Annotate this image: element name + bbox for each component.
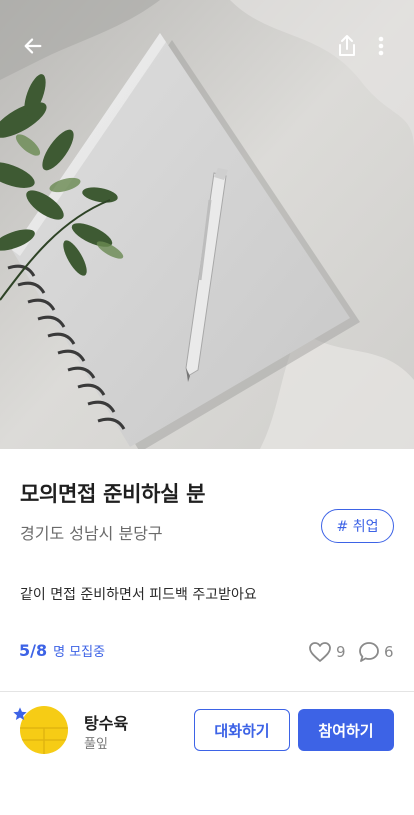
category-tag[interactable]: # 취업 xyxy=(321,509,394,543)
back-button[interactable] xyxy=(17,30,49,62)
join-button[interactable]: 참여하기 xyxy=(298,709,394,751)
host-avatar-wrap[interactable] xyxy=(12,706,70,756)
recruit-status: 5/8 명 모집중 xyxy=(19,641,105,660)
comment-icon xyxy=(359,642,379,662)
divider xyxy=(0,691,414,692)
share-icon xyxy=(339,35,355,56)
post-title: 모의면접 준비하실 분 xyxy=(20,482,206,506)
recruit-count: 5/8 xyxy=(19,641,48,660)
recruit-label: 명 모집중 xyxy=(53,645,106,660)
arrow-left-icon xyxy=(24,38,42,54)
host-subtitle: 풀잎 xyxy=(84,737,108,752)
hero-image xyxy=(0,0,414,449)
more-button[interactable] xyxy=(365,30,397,62)
like-count: 9 xyxy=(336,643,346,661)
notebook-photo xyxy=(0,0,414,449)
star-icon xyxy=(13,707,27,720)
more-vertical-icon xyxy=(378,36,384,56)
host-name: 탕수육 xyxy=(84,714,129,733)
comment-count: 6 xyxy=(384,643,394,661)
post-description: 같이 면접 준비하면서 피드백 주고받아요 xyxy=(20,587,257,603)
share-button[interactable] xyxy=(331,30,363,62)
comment-button[interactable]: 6 xyxy=(358,641,394,663)
heart-icon xyxy=(309,642,331,662)
post-location: 경기도 성남시 분당구 xyxy=(20,524,163,543)
like-button[interactable]: 9 xyxy=(308,641,346,663)
chat-button[interactable]: 대화하기 xyxy=(194,709,290,751)
